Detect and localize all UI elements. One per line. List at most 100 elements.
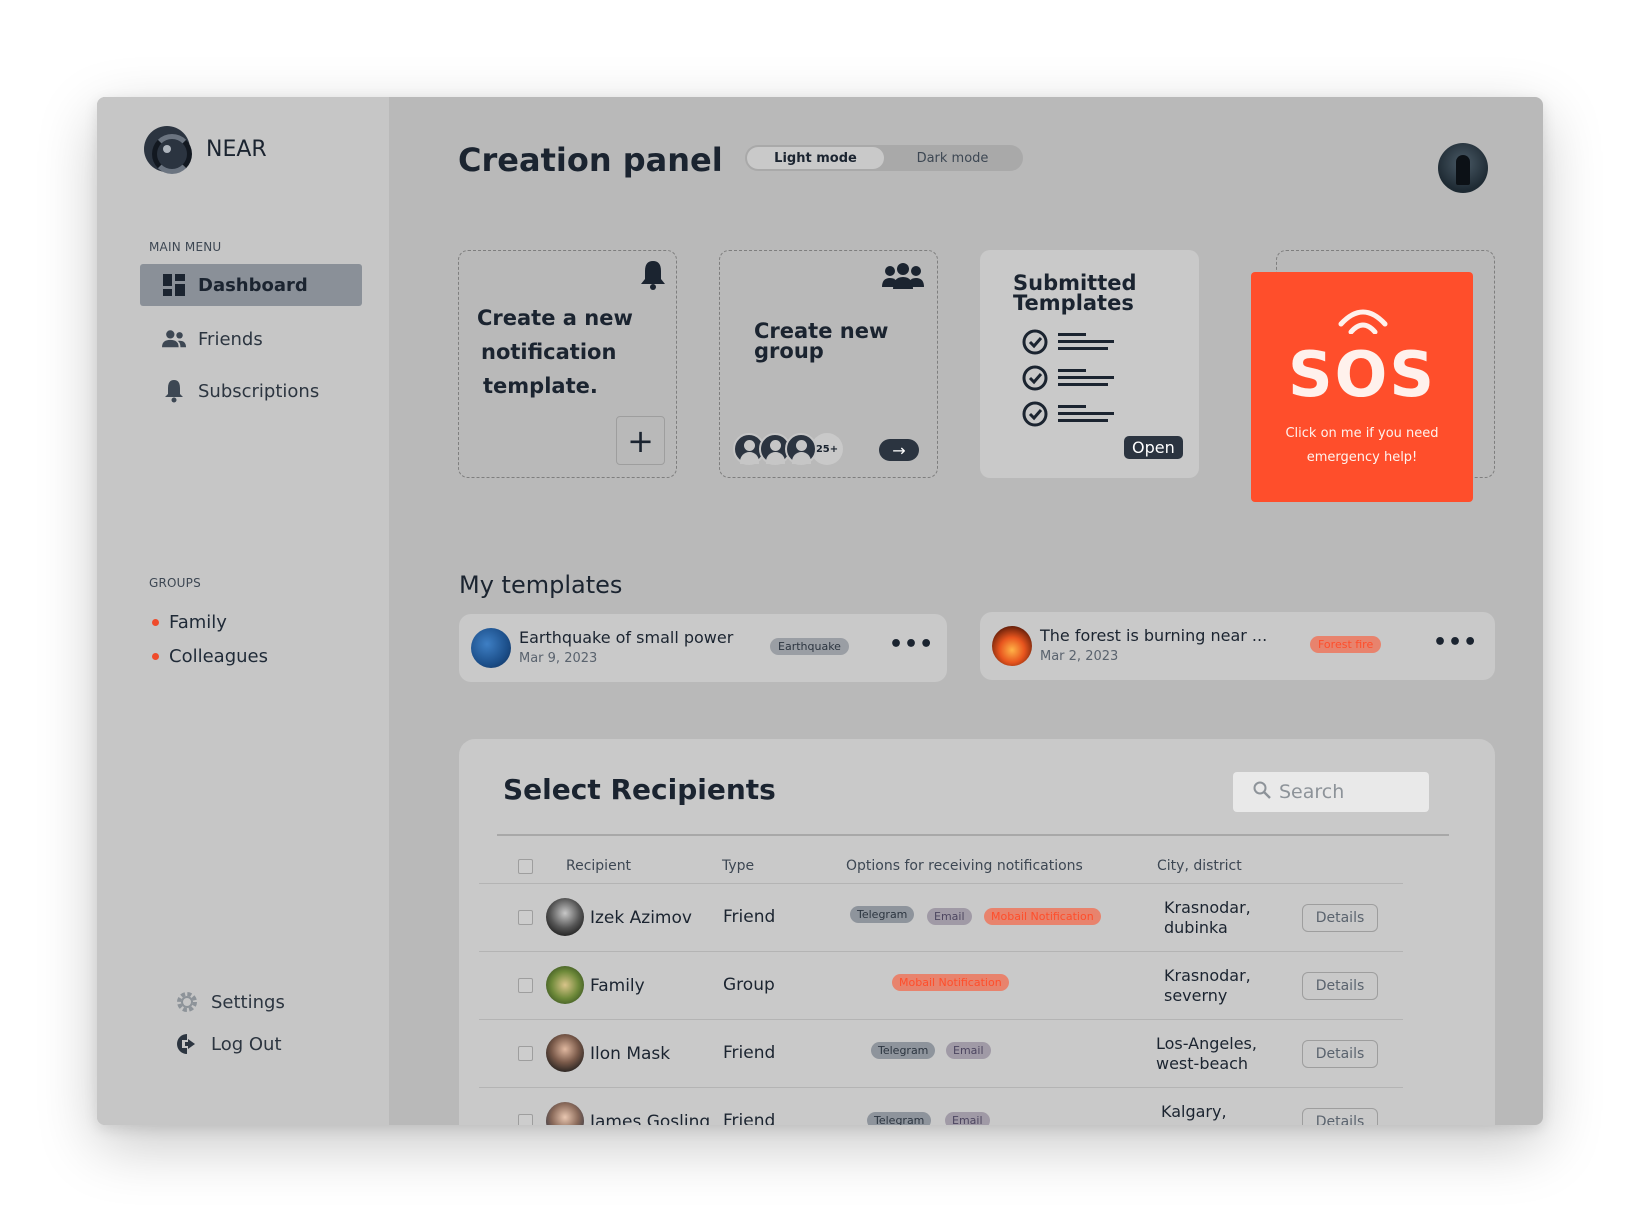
sidebar-item-label: Friends <box>198 328 263 350</box>
city-line1: Krasnodar, <box>1164 966 1251 985</box>
brand[interactable]: NEAR <box>144 126 267 174</box>
column-header-city: City, district <box>1157 858 1242 874</box>
avatar <box>546 966 584 1004</box>
table-row[interactable]: James Gosling Friend Telegram Email Kalg… <box>479 1087 1403 1125</box>
bullet-dot <box>152 619 159 626</box>
divider <box>497 834 1449 836</box>
template-title: The forest is burning near ... <box>1040 626 1268 645</box>
template-date: Mar 9, 2023 <box>519 651 598 666</box>
group-card-line2: group <box>754 339 824 363</box>
row-checkbox[interactable] <box>518 1114 533 1125</box>
avatar <box>546 1102 584 1125</box>
light-mode-option[interactable]: Light mode <box>747 147 884 169</box>
member-avatar <box>785 433 817 465</box>
city-line1: Kalgary, <box>1161 1102 1227 1121</box>
create-notification-card[interactable]: Create a new notification template. + <box>458 250 677 478</box>
main-menu-label: MAIN MENU <box>149 240 222 254</box>
sidebar: NEAR MAIN MENU Dashboard Friends Subscri… <box>97 97 389 1125</box>
recipient-type: Group <box>723 975 775 995</box>
template-tag: Forest fire <box>1310 636 1382 653</box>
group-item-colleagues[interactable]: Colleagues <box>152 646 268 667</box>
arrow-right-button[interactable]: → <box>879 439 919 461</box>
city-line2: west-beach <box>1161 1122 1253 1125</box>
sidebar-item-friends[interactable]: Friends <box>140 318 362 360</box>
settings-link[interactable]: Settings <box>175 990 285 1014</box>
avatar <box>546 1034 584 1072</box>
table-row[interactable]: Izek Azimov Friend Telegram Email Mobail… <box>479 883 1403 951</box>
telegram-tag: Telegram <box>871 1042 936 1059</box>
submitted-templates-card[interactable]: Submitted Templates Open <box>980 250 1199 478</box>
search-icon <box>1253 781 1271 804</box>
template-tag: Earthquake <box>770 638 849 655</box>
bullet-dot <box>152 653 159 660</box>
city-line2: severny <box>1164 986 1228 1005</box>
column-header-recipient: Recipient <box>566 858 632 874</box>
recipient-name: Izek Azimov <box>590 908 692 928</box>
signal-icon <box>1338 304 1388 338</box>
logout-icon <box>175 1032 199 1056</box>
logout-link[interactable]: Log Out <box>175 1032 282 1056</box>
details-button[interactable]: Details <box>1302 1108 1378 1125</box>
templates-title: My templates <box>459 571 623 599</box>
city-line1: Los-Angeles, <box>1156 1034 1257 1053</box>
main-content: Creation panel Light mode Dark mode Crea… <box>389 97 1543 1125</box>
sos-label: SOS <box>1287 338 1436 411</box>
user-avatar[interactable] <box>1438 143 1488 193</box>
table-row[interactable]: Ilon Mask Friend Telegram Email Los-Ange… <box>479 1019 1403 1087</box>
city-line2: dubinka <box>1164 918 1228 937</box>
sidebar-item-subscriptions[interactable]: Subscriptions <box>140 370 362 412</box>
city-line2: west-beach <box>1156 1054 1249 1073</box>
group-item-family[interactable]: Family <box>152 612 227 633</box>
add-template-button[interactable]: + <box>616 416 665 465</box>
row-checkbox[interactable] <box>518 978 533 993</box>
template-item[interactable]: Earthquake of small power Mar 9, 2023 Ea… <box>459 614 947 682</box>
more-icon[interactable]: ••• <box>1433 630 1478 655</box>
page-title: Creation panel <box>458 141 723 179</box>
avatar <box>546 898 584 936</box>
group-icon <box>882 263 924 293</box>
submitted-card-line2: Templates <box>1013 291 1134 315</box>
submitted-card-line1: Submitted <box>1013 271 1137 295</box>
details-button[interactable]: Details <box>1302 1040 1378 1068</box>
sidebar-item-label: Subscriptions <box>198 380 320 402</box>
telegram-tag: Telegram <box>850 906 915 923</box>
more-icon[interactable]: ••• <box>889 632 934 657</box>
earth-thumbnail <box>471 628 511 668</box>
bell-icon <box>162 379 186 403</box>
mode-toggle[interactable]: Light mode Dark mode <box>745 145 1023 171</box>
brand-name: NEAR <box>206 136 267 162</box>
recipient-city: Krasnodar, severny <box>1164 966 1251 1006</box>
sos-button[interactable]: SOS Click on me if you need emergency he… <box>1251 272 1473 502</box>
details-button[interactable]: Details <box>1302 972 1378 1000</box>
template-date: Mar 2, 2023 <box>1040 649 1119 664</box>
notification-card-line3: template. <box>483 374 598 398</box>
recipient-type: Friend <box>723 907 776 927</box>
details-button[interactable]: Details <box>1302 904 1378 932</box>
gear-icon <box>175 990 199 1014</box>
recipient-name: James Gosling <box>590 1112 711 1125</box>
sidebar-item-dashboard[interactable]: Dashboard <box>140 264 362 306</box>
row-checkbox[interactable] <box>518 910 533 925</box>
recipients-title: Select Recipients <box>503 773 776 806</box>
friends-icon <box>162 327 186 351</box>
brand-logo <box>144 126 192 174</box>
open-button[interactable]: Open <box>1124 436 1183 459</box>
create-group-card[interactable]: Create new group 25+ → <box>719 250 938 478</box>
group-label: Colleagues <box>169 646 268 667</box>
recipient-name: Family <box>590 976 645 996</box>
group-card-line1: Create new <box>754 319 889 343</box>
select-all-checkbox[interactable] <box>518 859 533 874</box>
row-checkbox[interactable] <box>518 1046 533 1061</box>
city-line1: Krasnodar, <box>1164 898 1251 917</box>
telegram-tag: Telegram <box>867 1112 932 1125</box>
dark-mode-option[interactable]: Dark mode <box>884 147 1021 169</box>
mobile-tag: Mobail Notification <box>892 974 1009 991</box>
recipients-panel: Select Recipients Search Recipient Type … <box>459 739 1495 1125</box>
search-placeholder: Search <box>1279 781 1345 803</box>
search-input[interactable]: Search <box>1233 772 1429 812</box>
table-row[interactable]: Family Group Mobail Notification Krasnod… <box>479 951 1403 1019</box>
logout-label: Log Out <box>211 1033 282 1055</box>
email-tag: Email <box>946 1042 991 1059</box>
sos-text-line1: Click on me if you need <box>1285 426 1439 441</box>
template-item[interactable]: The forest is burning near ... Mar 2, 20… <box>980 612 1495 680</box>
